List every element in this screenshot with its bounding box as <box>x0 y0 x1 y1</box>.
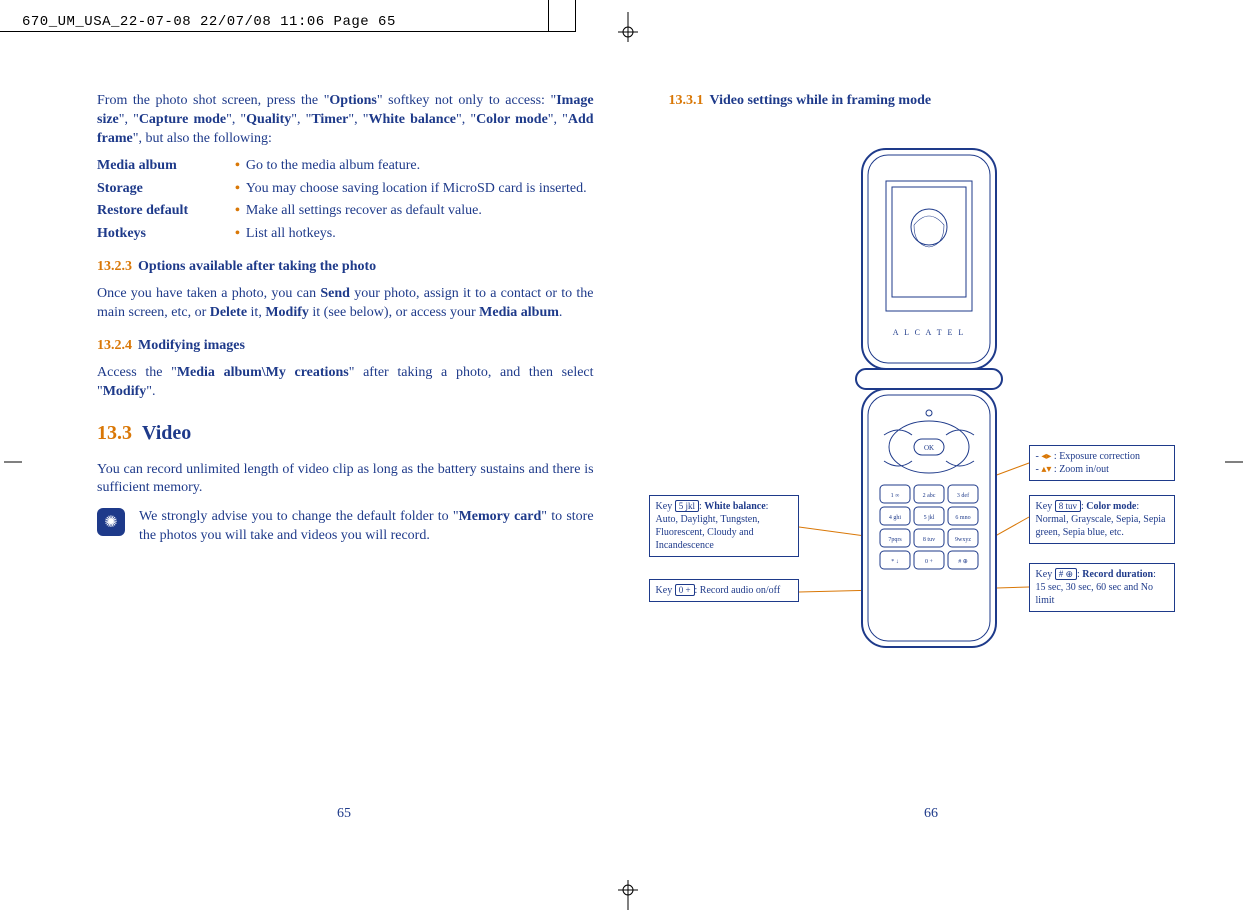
svg-text:5 jkl: 5 jkl <box>923 515 934 521</box>
registration-mark-right <box>1225 452 1243 472</box>
tip-text: We strongly advise you to change the def… <box>139 508 594 546</box>
paragraph: Once you have taken a photo, you can Sen… <box>97 285 594 323</box>
options-table: Media album•Go to the media album featur… <box>97 157 594 245</box>
svg-text:# ⊕: # ⊕ <box>958 559 968 565</box>
subheading-13-3-1: 13.3.1Video settings while in framing mo… <box>669 92 1187 111</box>
header-box <box>548 0 576 32</box>
paragraph: You can record unlimited length of video… <box>97 461 594 499</box>
svg-text:1 ∞: 1 ∞ <box>890 493 899 499</box>
svg-text:8 tuv: 8 tuv <box>922 537 934 543</box>
page-right: 13.3.1Video settings while in framing mo… <box>669 92 1187 707</box>
print-header: 670_UM_USA_22-07-08 22/07/08 11:06 Page … <box>22 14 396 30</box>
paragraph: Access the "Media album\My creations" af… <box>97 364 594 402</box>
phone-diagram: Key 5 jkl: White balance: Auto, Daylight… <box>669 147 1187 707</box>
table-row: Hotkeys•List all hotkeys. <box>97 225 594 244</box>
page-number-right: 66 <box>924 806 938 822</box>
svg-text:3 def: 3 def <box>956 492 968 499</box>
svg-text:4 ghi: 4 ghi <box>888 515 901 521</box>
svg-text:2 abc: 2 abc <box>922 493 935 499</box>
phone-brand-label: A L C A T E L <box>892 328 965 337</box>
svg-text:0 +: 0 + <box>925 559 934 565</box>
svg-text:6 mno: 6 mno <box>955 515 970 521</box>
table-row: Media album•Go to the media album featur… <box>97 157 594 176</box>
phone-icon: A L C A T E L OK 1 ∞ 2 abc <box>844 147 1014 667</box>
page-number-left: 65 <box>337 806 351 822</box>
registration-mark-left <box>4 452 22 472</box>
subheading-13-2-3: 13.2.3Options available after taking the… <box>97 258 594 277</box>
tip-lightbulb-icon: ✺ <box>97 508 125 536</box>
tip-row: ✺ We strongly advise you to change the d… <box>97 508 594 554</box>
svg-text:OK: OK <box>923 444 933 452</box>
svg-text:9wxyz: 9wxyz <box>955 537 971 543</box>
heading-13-3: 13.3Video <box>97 420 594 447</box>
svg-text:* ↓: * ↓ <box>891 559 899 565</box>
header-rule <box>0 31 555 32</box>
page-left: From the photo shot screen, press the "O… <box>97 92 594 707</box>
intro-paragraph: From the photo shot screen, press the "O… <box>97 92 594 149</box>
registration-mark-top <box>618 12 638 42</box>
svg-text:7pqrs: 7pqrs <box>888 537 902 543</box>
subheading-13-2-4: 13.2.4Modifying images <box>97 337 594 356</box>
registration-mark-bottom <box>618 880 638 910</box>
table-row: Storage•You may choose saving location i… <box>97 180 594 199</box>
table-row: Restore default•Make all settings recove… <box>97 202 594 221</box>
